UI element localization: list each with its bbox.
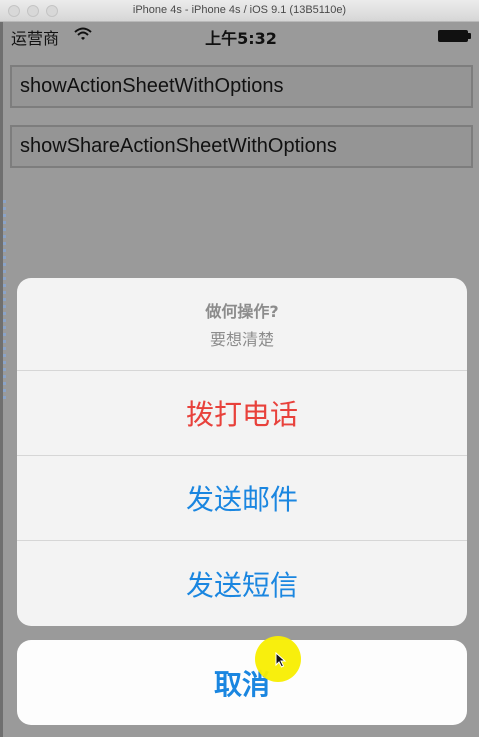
call-phone-option[interactable]: 拨打电话 (17, 371, 467, 456)
window-title: iPhone 4s - iPhone 4s / iOS 9.1 (13B5110… (132, 4, 347, 16)
status-time: 上午5:32 (205, 29, 277, 48)
action-sheet-header: 做何操作? 要想清楚 (17, 278, 467, 371)
action-sheet: 做何操作? 要想清楚 拨打电话 发送邮件 发送短信 (17, 278, 467, 626)
send-email-option[interactable]: 发送邮件 (17, 456, 467, 541)
show-share-action-sheet-button[interactable]: showShareActionSheetWithOptions (10, 125, 473, 168)
battery-icon (438, 30, 472, 42)
show-action-sheet-button[interactable]: showActionSheetWithOptions (10, 65, 473, 108)
cancel-button[interactable]: 取消 (17, 640, 467, 725)
send-sms-option[interactable]: 发送短信 (17, 541, 467, 626)
window-titlebar: iPhone 4s - iPhone 4s / iOS 9.1 (13B5110… (0, 0, 479, 22)
status-bar: 运营商 上午5:32 (3, 22, 479, 48)
mouse-cursor-icon (275, 652, 287, 668)
background-edge-strip (3, 200, 6, 400)
simulator-screen: 运营商 上午5:32 showActionSheetWithOptions sh… (3, 22, 479, 737)
action-sheet-message: 要想清楚 (209, 330, 274, 349)
action-sheet-title: 做何操作? (205, 302, 279, 321)
